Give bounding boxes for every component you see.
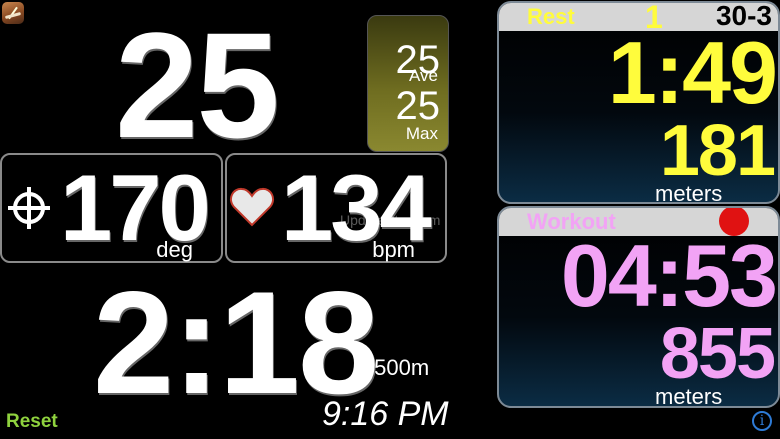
reset-button[interactable]: Reset xyxy=(6,411,58,433)
rest-card: Rest 1 30-3 1:49 181 meters xyxy=(497,1,780,204)
rest-title: Rest xyxy=(527,4,575,29)
boat-icon xyxy=(4,11,22,20)
heart-rate-unit: bpm xyxy=(372,237,415,262)
max-label: Max xyxy=(405,124,438,143)
watermark: UpdateStar.com xyxy=(340,212,441,228)
workout-time: 04:53 xyxy=(560,226,778,325)
workout-distance: 855 xyxy=(659,314,776,394)
workout-card: Workout 04:53 855 meters xyxy=(497,206,780,408)
rest-distance-unit: meters xyxy=(655,181,723,204)
heart-icon xyxy=(230,187,274,227)
info-icon[interactable]: i xyxy=(752,411,772,431)
rest-time: 1:49 xyxy=(607,23,778,122)
max-value: 25 xyxy=(395,84,441,128)
stroke-rate-value: 25 xyxy=(115,1,280,169)
app-icon[interactable] xyxy=(2,2,24,24)
split-pace-unit: /500m xyxy=(368,355,430,380)
heart-rate-panel: 134 bpm xyxy=(225,153,447,263)
stroke-stats-box: 25 Ave 25 Max xyxy=(367,15,449,152)
clock-time: 9:16 PM xyxy=(322,395,449,433)
rest-distance: 181 xyxy=(659,111,776,191)
workout-distance-unit: meters xyxy=(655,384,723,408)
heading-panel: 170 deg xyxy=(0,153,223,263)
crosshair-icon xyxy=(8,187,50,229)
heading-unit: deg xyxy=(156,237,193,262)
average-label: Ave xyxy=(409,66,438,85)
